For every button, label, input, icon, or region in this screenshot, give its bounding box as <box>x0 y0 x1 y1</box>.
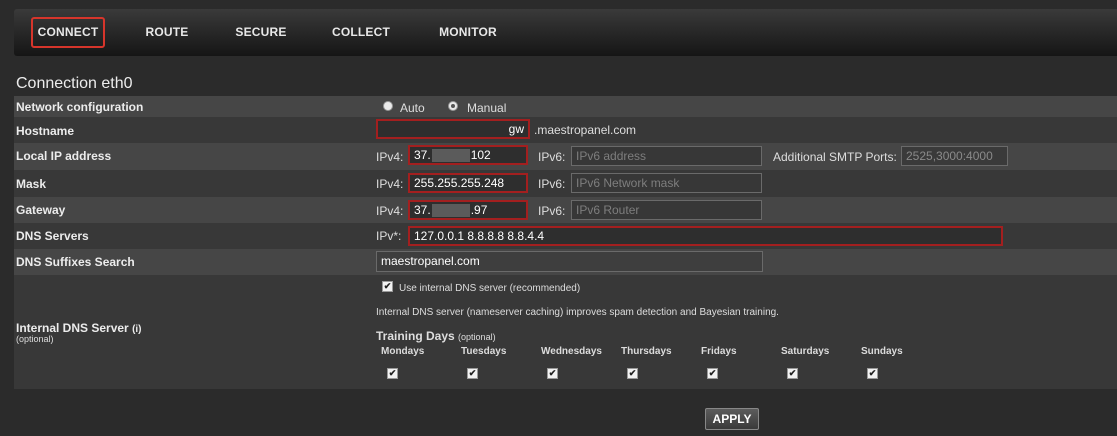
hostname-label: Hostname <box>16 124 75 138</box>
day-checkbox-tuesdays[interactable]: ✔ <box>467 368 478 379</box>
dns-suffix-label: DNS Suffixes Search <box>16 255 135 269</box>
ipv4-end: 102 <box>470 148 491 162</box>
ipv4-start: 37. <box>414 148 431 162</box>
day-checkbox-wednesdays[interactable]: ✔ <box>547 368 558 379</box>
gateway-ipv4-input[interactable]: 37. .97 <box>408 200 528 220</box>
smtp-ports-label: Additional SMTP Ports: <box>773 150 897 164</box>
redacted-block <box>431 204 470 218</box>
gateway-ipv6-input[interactable]: IPv6 Router <box>571 200 762 220</box>
day-label-fridays: Fridays <box>701 346 737 357</box>
internal-dns-row: Internal DNS Server (i) (optional) ✔ Use… <box>14 275 1117 389</box>
day-label-mondays: Mondays <box>381 346 425 357</box>
nav-tab-monitor[interactable]: MONITOR <box>428 17 508 48</box>
use-internal-dns-label: Use internal DNS server (recommended) <box>399 283 581 294</box>
internal-dns-optional: (optional) <box>16 334 54 344</box>
network-config-row: Network configuration Auto Manual <box>14 96 1117 117</box>
day-label-thursdays: Thursdays <box>621 346 672 357</box>
local-ip-ipv4-prefix: IPv4: <box>376 150 404 164</box>
auto-radio[interactable] <box>383 101 393 111</box>
dns-servers-label: DNS Servers <box>16 229 89 243</box>
ipv4-end: .97 <box>470 203 488 217</box>
training-days-optional: (optional) <box>458 332 496 342</box>
local-ip-ipv6-prefix: IPv6: <box>538 150 566 164</box>
top-nav-bar: CONNECT ROUTE SECURE COLLECT MONITOR <box>14 9 1117 56</box>
local-ip-ipv6-input[interactable]: IPv6 address <box>571 146 762 166</box>
use-internal-dns-checkbox[interactable]: ✔ <box>382 281 393 292</box>
day-checkbox-saturdays[interactable]: ✔ <box>787 368 798 379</box>
nav-tab-collect[interactable]: COLLECT <box>324 17 398 48</box>
mask-ipv6-prefix: IPv6: <box>538 177 566 191</box>
dns-suffix-row: DNS Suffixes Search maestropanel.com <box>14 249 1117 275</box>
mask-row: Mask IPv4: 255.255.255.248 IPv6: IPv6 Ne… <box>14 170 1117 197</box>
day-label-tuesdays: Tuesdays <box>461 346 507 357</box>
ipv4-start: 37. <box>414 203 431 217</box>
gateway-ipv4-prefix: IPv4: <box>376 204 404 218</box>
day-checkbox-sundays[interactable]: ✔ <box>867 368 878 379</box>
nav-tab-secure[interactable]: SECURE <box>226 17 296 48</box>
local-ip-label: Local IP address <box>16 149 112 163</box>
dns-prefix: IPv*: <box>376 229 402 243</box>
hostname-row: Hostname gw .maestropanel.com <box>14 117 1117 143</box>
nav-tab-connect[interactable]: CONNECT <box>31 17 105 48</box>
day-label-wednesdays: Wednesdays <box>541 346 602 357</box>
auto-radio-label: Auto <box>400 101 425 115</box>
nav-tab-route[interactable]: ROUTE <box>134 17 200 48</box>
day-label-saturdays: Saturdays <box>781 346 830 357</box>
manual-radio-label: Manual <box>467 101 507 115</box>
internal-dns-label: Internal DNS Server (i) <box>16 321 142 335</box>
internal-dns-label-text: Internal DNS Server <box>16 321 129 335</box>
day-label-sundays: Sundays <box>861 346 903 357</box>
smtp-ports-input[interactable]: 2525,3000:4000 <box>901 146 1008 166</box>
training-days-title: Training Days (optional) <box>376 329 496 343</box>
hostname-suffix: .maestropanel.com <box>534 123 637 137</box>
gateway-ipv6-prefix: IPv6: <box>538 204 566 218</box>
gateway-label: Gateway <box>16 203 66 217</box>
mask-label: Mask <box>16 177 47 191</box>
day-checkbox-thursdays[interactable]: ✔ <box>627 368 638 379</box>
dns-servers-row: DNS Servers IPv*: 127.0.0.1 8.8.8.8 8.8.… <box>14 223 1117 249</box>
training-days-title-text: Training Days <box>376 329 455 343</box>
network-config-label: Network configuration <box>16 100 144 114</box>
local-ip-row: Local IP address IPv4: 37. 102 IPv6: IPv6… <box>14 143 1117 170</box>
local-ip-ipv4-input[interactable]: 37. 102 <box>408 145 528 165</box>
info-icon[interactable]: (i) <box>132 324 141 335</box>
mask-ipv4-input[interactable]: 255.255.255.248 <box>408 173 528 193</box>
apply-button[interactable]: APPLY <box>705 408 759 430</box>
redacted-block <box>431 149 470 163</box>
gateway-row: Gateway IPv4: 37. .97 IPv6: IPv6 Router <box>14 197 1117 223</box>
day-checkbox-mondays[interactable]: ✔ <box>387 368 398 379</box>
mask-ipv4-prefix: IPv4: <box>376 177 404 191</box>
day-checkbox-fridays[interactable]: ✔ <box>707 368 718 379</box>
dns-servers-input[interactable]: 127.0.0.1 8.8.8.8 8.8.4.4 <box>408 226 1003 246</box>
manual-radio[interactable] <box>448 101 458 111</box>
internal-dns-description: Internal DNS server (nameserver caching)… <box>376 307 779 318</box>
mask-ipv6-input[interactable]: IPv6 Network mask <box>571 173 762 193</box>
dns-suffix-input[interactable]: maestropanel.com <box>376 251 763 272</box>
section-title: Connection eth0 <box>16 75 133 92</box>
hostname-input[interactable]: gw <box>376 119 530 139</box>
